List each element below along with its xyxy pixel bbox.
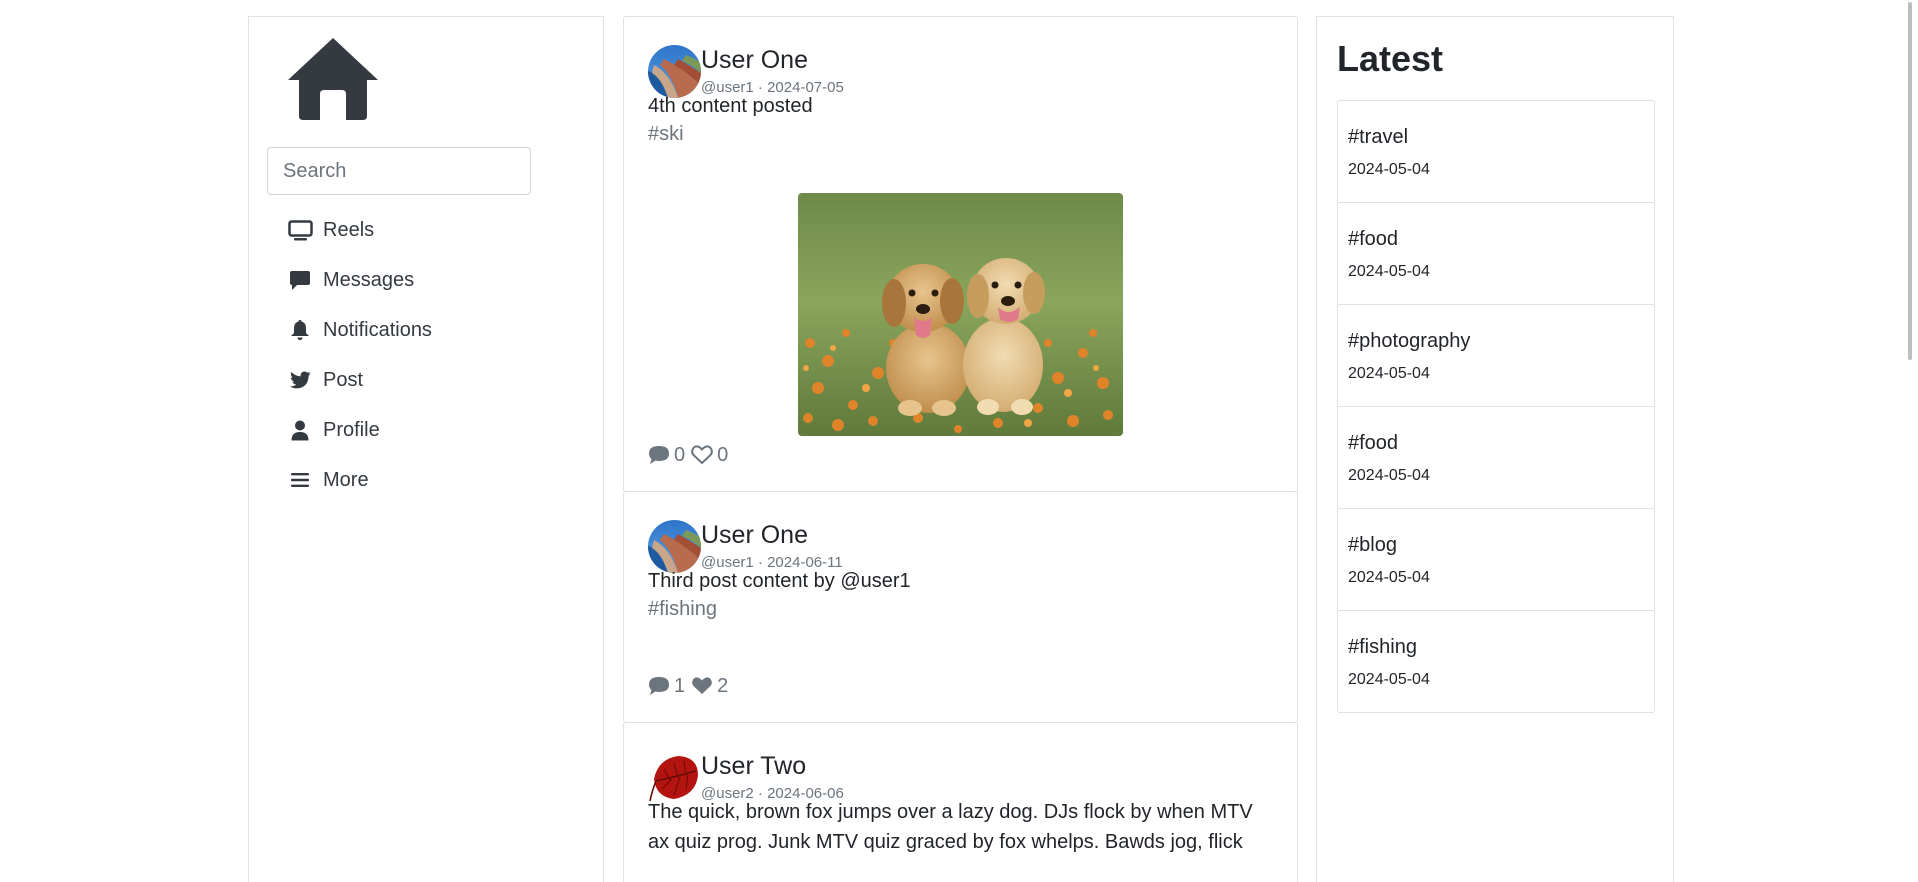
latest-item-date: 2024-05-04 bbox=[1348, 671, 1430, 688]
nav-item-more[interactable]: More bbox=[287, 455, 587, 505]
nav-item-notifications[interactable]: Notifications bbox=[287, 305, 587, 355]
latest-panel: Latest #travel 2024-05-04 #food 2024-05-… bbox=[1316, 16, 1674, 882]
nav-item-label: Messages bbox=[323, 268, 415, 291]
post-hashtag[interactable]: #fishing bbox=[648, 596, 717, 622]
latest-title: Latest bbox=[1337, 38, 1444, 79]
twitter-bird-icon bbox=[287, 367, 313, 393]
comment-icon bbox=[649, 446, 669, 464]
like-count: 0 bbox=[717, 443, 729, 466]
search-input[interactable] bbox=[267, 147, 531, 195]
latest-item-date: 2024-05-04 bbox=[1348, 467, 1430, 484]
nav-item-label: More bbox=[323, 468, 369, 491]
latest-item[interactable]: #food 2024-05-04 bbox=[1337, 406, 1655, 509]
post-text: Third post content by @user1 bbox=[648, 570, 911, 592]
main-nav: Reels Messages Notifications Post Profil… bbox=[287, 205, 587, 505]
nav-item-reels[interactable]: Reels bbox=[287, 205, 587, 255]
comment-button[interactable]: 1 bbox=[648, 675, 685, 698]
latest-item[interactable]: #fishing 2024-05-04 bbox=[1337, 610, 1655, 713]
nav-item-label: Profile bbox=[323, 418, 380, 441]
nav-item-profile[interactable]: Profile bbox=[287, 405, 587, 455]
latest-item-tag: #fishing bbox=[1348, 636, 1417, 658]
author-name[interactable]: User Two bbox=[701, 751, 806, 781]
like-button[interactable]: 0 bbox=[691, 444, 728, 467]
post-text: 4th content posted bbox=[648, 95, 813, 117]
latest-item-tag: #food bbox=[1348, 228, 1399, 250]
nav-item-messages[interactable]: Messages bbox=[287, 255, 587, 305]
menu-icon bbox=[287, 467, 313, 493]
latest-item-date: 2024-05-04 bbox=[1348, 263, 1430, 280]
user-icon bbox=[287, 417, 313, 443]
home-icon[interactable] bbox=[286, 36, 380, 120]
post-text: The quick, brown fox jumps over a lazy d… bbox=[648, 801, 1253, 853]
heart-filled-icon bbox=[692, 677, 712, 694]
nav-item-label: Reels bbox=[323, 218, 375, 241]
comment-icon bbox=[649, 677, 669, 695]
message-icon bbox=[287, 267, 313, 293]
like-count: 2 bbox=[717, 674, 729, 697]
page-scrollbar[interactable] bbox=[1904, 0, 1918, 882]
author-name[interactable]: User One bbox=[701, 45, 808, 75]
page: Reels Messages Notifications bbox=[0, 0, 1918, 882]
post-actions: 0 0 bbox=[648, 443, 734, 467]
latest-item-tag: #photography bbox=[1348, 330, 1471, 352]
author-name[interactable]: User One bbox=[701, 520, 808, 550]
latest-item[interactable]: #travel 2024-05-04 bbox=[1337, 100, 1655, 203]
latest-item-date: 2024-05-04 bbox=[1348, 161, 1430, 178]
comment-count: 0 bbox=[674, 443, 686, 466]
left-sidebar: Reels Messages Notifications bbox=[248, 16, 604, 882]
bell-icon bbox=[287, 317, 313, 343]
tv-icon bbox=[287, 217, 313, 243]
comment-count: 1 bbox=[674, 674, 686, 697]
nav-item-post[interactable]: Post bbox=[287, 355, 587, 405]
post-hashtag[interactable]: #ski bbox=[648, 121, 684, 147]
latest-item[interactable]: #blog 2024-05-04 bbox=[1337, 508, 1655, 611]
comment-button[interactable]: 0 bbox=[648, 444, 685, 467]
latest-item[interactable]: #photography 2024-05-04 bbox=[1337, 304, 1655, 407]
post-card[interactable]: User One @user1 · 2024-07-05 4th content… bbox=[623, 16, 1298, 492]
like-button[interactable]: 2 bbox=[691, 675, 728, 698]
heart-outline-icon bbox=[691, 445, 713, 465]
scrollbar-thumb[interactable] bbox=[1908, 2, 1912, 360]
latest-list: #travel 2024-05-04 #food 2024-05-04 #pho… bbox=[1337, 100, 1655, 713]
post-image[interactable] bbox=[798, 193, 1123, 436]
latest-item-date: 2024-05-04 bbox=[1348, 365, 1430, 382]
latest-item[interactable]: #food 2024-05-04 bbox=[1337, 202, 1655, 305]
latest-item-tag: #food bbox=[1348, 432, 1399, 454]
latest-item-tag: #blog bbox=[1348, 534, 1397, 556]
post-actions: 1 2 bbox=[648, 674, 734, 698]
latest-item-tag: #travel bbox=[1348, 126, 1409, 148]
nav-item-label: Notifications bbox=[323, 318, 432, 341]
feed: User One @user1 · 2024-07-05 4th content… bbox=[623, 16, 1298, 882]
nav-item-label: Post bbox=[323, 368, 364, 391]
post-card[interactable]: User One @user1 · 2024-06-11 Third post … bbox=[623, 491, 1298, 723]
latest-item-date: 2024-05-04 bbox=[1348, 569, 1430, 586]
post-card[interactable]: User Two @user2 · 2024-06-06 The quick, … bbox=[623, 722, 1298, 882]
